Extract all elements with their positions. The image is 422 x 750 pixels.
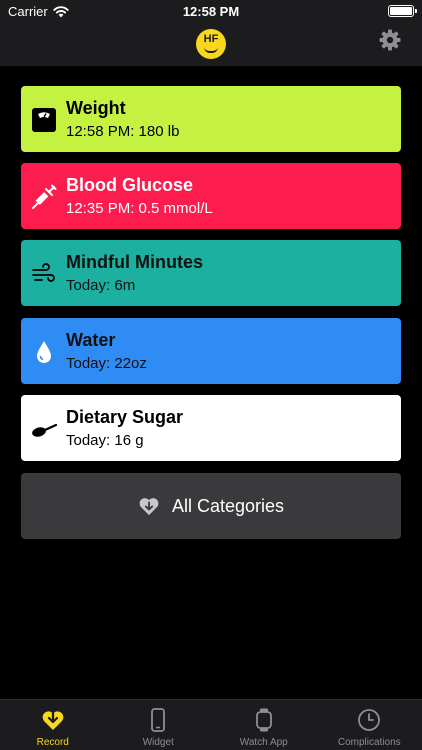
- tab-record[interactable]: Record: [0, 700, 106, 750]
- card-value: 12:58 PM: 180 lb: [66, 123, 180, 140]
- app-logo: HF: [196, 29, 226, 59]
- card-value: Today: 6m: [66, 277, 136, 294]
- tab-widget[interactable]: Widget: [106, 700, 212, 750]
- card-title: Blood Glucose: [66, 175, 194, 195]
- card-title: Weight: [66, 98, 126, 118]
- tab-complications[interactable]: Complications: [317, 700, 422, 750]
- syringe-icon: [32, 184, 57, 209]
- card-title: Dietary Sugar: [66, 407, 184, 427]
- tab-label: Watch App: [239, 737, 288, 748]
- tab-watch-app[interactable]: Watch App: [211, 700, 317, 750]
- water-drop-icon: [37, 341, 51, 363]
- spoon-icon: [32, 423, 57, 437]
- logo-text: HF: [203, 33, 219, 45]
- smile-icon: [204, 47, 218, 53]
- mindful-minutes-card[interactable]: Mindful Minutes Today: 6m: [21, 240, 401, 306]
- tab-label: Widget: [142, 737, 174, 748]
- navigation-header: Carrier 12:58 PM HF: [0, 0, 422, 66]
- clock-icon: [358, 709, 381, 731]
- phone-icon: [151, 708, 166, 732]
- all-categories-button[interactable]: All Categories: [21, 473, 401, 539]
- card-value: Today: 22oz: [66, 355, 147, 372]
- tab-label: Complications: [337, 737, 401, 748]
- blood-glucose-card[interactable]: Blood Glucose 12:35 PM: 0.5 mmol/L: [21, 163, 401, 229]
- card-value: 12:35 PM: 0.5 mmol/L: [66, 200, 213, 217]
- status-bar: Carrier 12:58 PM: [0, 0, 422, 22]
- card-value: Today: 16 g: [66, 432, 144, 449]
- weight-card[interactable]: Weight 12:58 PM: 180 lb: [21, 86, 401, 152]
- gear-icon[interactable]: [378, 28, 402, 52]
- water-card[interactable]: Water Today: 22oz: [21, 318, 401, 384]
- scale-icon: [32, 108, 56, 132]
- tab-label: Record: [36, 737, 69, 748]
- battery-icon: [388, 5, 417, 17]
- heart-download-icon: [139, 498, 159, 516]
- tab-bar: Record Widget Watch App Complications: [0, 699, 422, 750]
- dietary-sugar-card[interactable]: Dietary Sugar Today: 16 g: [21, 395, 401, 461]
- heart-download-icon: [42, 708, 64, 730]
- status-time: 12:58 PM: [182, 4, 240, 19]
- all-categories-label: All Categories: [171, 495, 285, 516]
- card-title: Water: [66, 330, 116, 350]
- watch-icon: [255, 708, 272, 732]
- card-title: Mindful Minutes: [66, 252, 203, 272]
- wind-icon: [32, 263, 55, 282]
